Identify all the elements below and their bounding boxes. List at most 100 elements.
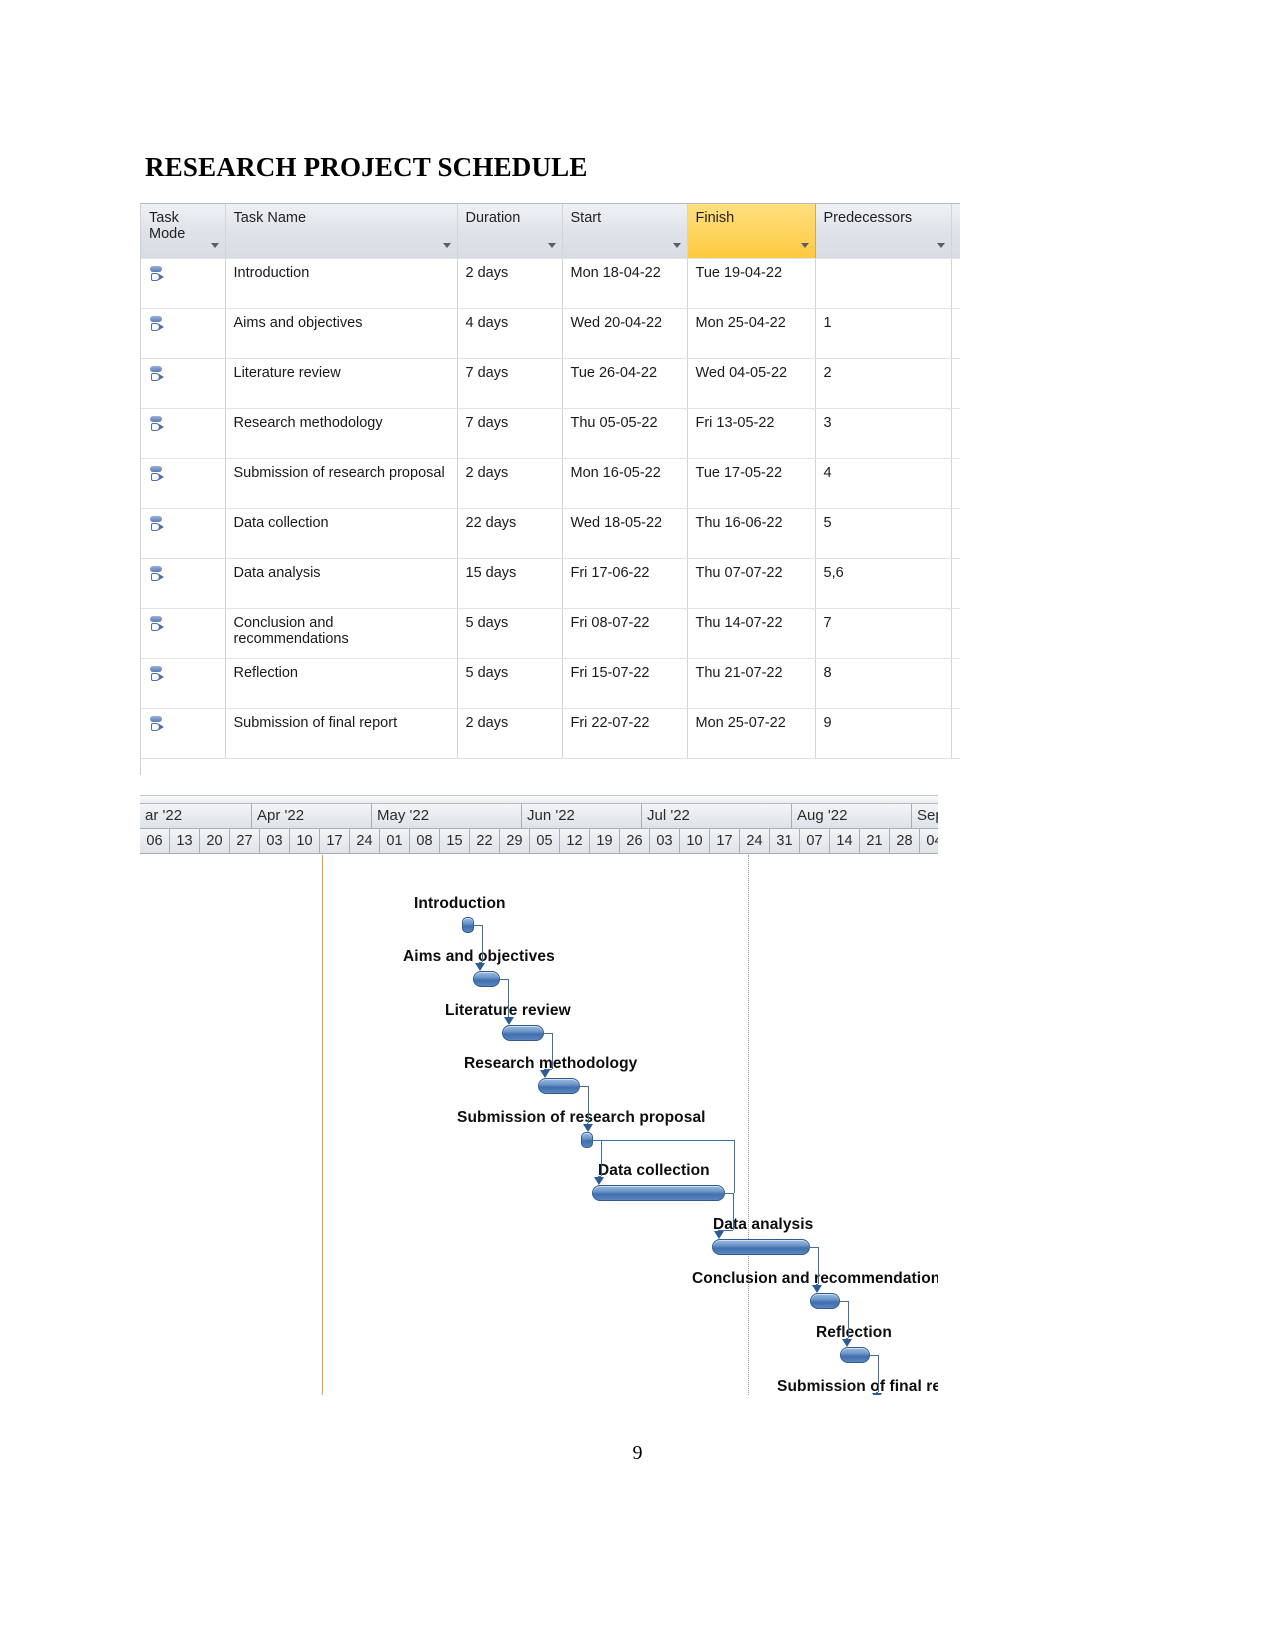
- cell-task-mode[interactable]: [141, 658, 226, 709]
- dependency-link: [818, 1247, 820, 1284]
- table-row[interactable]: Data collection 22 days Wed 18-05-22 Thu 16…: [141, 508, 960, 559]
- table-row[interactable]: Introduction 2 days Mon 18-04-22 Tue 19-04-…: [141, 258, 960, 309]
- table-row[interactable]: Conclusion and recommendations 5 days Fri …: [141, 608, 960, 659]
- column-header-start[interactable]: Start: [562, 204, 688, 259]
- timescale-week: 03: [650, 829, 680, 853]
- duration-text: 5 days: [465, 614, 509, 631]
- cell-task-name: Aims and objectives: [225, 308, 458, 359]
- predecessors-text: 3: [823, 414, 832, 431]
- gantt-bar[interactable]: [840, 1347, 870, 1363]
- finish-date-text: Thu 21-07-22: [695, 664, 783, 681]
- timescale-week: 31: [770, 829, 800, 853]
- predecessors-text: 4: [823, 464, 832, 481]
- gantt-bar[interactable]: [502, 1025, 544, 1041]
- gantt-task-label: Data collection: [598, 1162, 710, 1179]
- status-line: [748, 855, 749, 1395]
- timescale-week: 08: [410, 829, 440, 853]
- finish-date-text: Fri 13-05-22: [695, 414, 775, 431]
- cell-finish: Wed 04-05-22: [687, 358, 816, 409]
- timescale-month: Jul '22: [642, 804, 792, 828]
- gantt-bar[interactable]: [810, 1293, 840, 1309]
- chevron-down-icon[interactable]: [672, 242, 681, 248]
- column-header-duration[interactable]: Duration: [457, 204, 563, 259]
- timescale-week: 10: [680, 829, 710, 853]
- dependency-link: [508, 979, 510, 1016]
- cell-predecessors: 8: [815, 658, 952, 709]
- duration-text: 7 days: [465, 364, 509, 381]
- gantt-chart: ar '22 Apr '22 May '22 Jun '22 Jul '22 Aug '2…: [140, 795, 938, 1395]
- column-header-predecessors[interactable]: Predecessors: [815, 204, 952, 259]
- column-header-task-mode[interactable]: Task Mode: [141, 204, 226, 259]
- cell-task-mode[interactable]: [141, 408, 226, 459]
- cell-predecessors: 9: [815, 708, 952, 759]
- table-row[interactable]: Literature review 7 days Tue 26-04-22 Wed 0…: [141, 358, 960, 409]
- timescale-month: Jun '22: [522, 804, 642, 828]
- finish-date-text: Thu 14-07-22: [695, 614, 783, 631]
- gantt-bar[interactable]: [462, 917, 474, 933]
- task-name-text: Reflection: [233, 664, 298, 681]
- cell-duration: 5 days: [457, 658, 563, 709]
- table-row[interactable]: Reflection 5 days Fri 15-07-22 Thu 21-07-22…: [141, 658, 960, 709]
- cell-task-name: Submission of final report: [225, 708, 458, 759]
- chevron-down-icon[interactable]: [800, 242, 809, 248]
- cell-predecessors: [815, 258, 952, 309]
- start-date-text: Wed 20-04-22: [570, 314, 663, 331]
- duration-text: 2 days: [465, 264, 509, 281]
- timescale-week: 24: [350, 829, 380, 853]
- column-header-overflow: [951, 204, 960, 259]
- column-header-task-name[interactable]: Task Name: [225, 204, 458, 259]
- column-header-finish[interactable]: Finish: [687, 204, 816, 259]
- finish-date-text: Tue 17-05-22: [695, 464, 783, 481]
- chevron-down-icon[interactable]: [547, 242, 556, 248]
- cell-task-mode[interactable]: [141, 508, 226, 559]
- chevron-down-icon[interactable]: [210, 242, 219, 248]
- cell-task-mode[interactable]: [141, 308, 226, 359]
- page-title: RESEARCH PROJECT SCHEDULE: [145, 152, 588, 182]
- table-row[interactable]: Data analysis 15 days Fri 17-06-22 Thu 07-0…: [141, 558, 960, 609]
- table-row[interactable]: Aims and objectives 4 days Wed 20-04-22 Mon…: [141, 308, 960, 359]
- chevron-down-icon[interactable]: [442, 242, 451, 248]
- cell-overflow: [951, 408, 960, 459]
- cell-task-mode[interactable]: [141, 458, 226, 509]
- auto-schedule-icon: [149, 715, 164, 733]
- cell-task-mode[interactable]: [141, 558, 226, 609]
- start-date-text: Fri 15-07-22: [570, 664, 650, 681]
- cell-finish: Thu 16-06-22: [687, 508, 816, 559]
- dependency-arrow-icon: [475, 963, 485, 971]
- duration-text: 15 days: [465, 564, 517, 581]
- gantt-bar[interactable]: [592, 1185, 725, 1201]
- table-row[interactable]: Submission of research proposal 2 days Mon…: [141, 458, 960, 509]
- cell-task-mode[interactable]: [141, 258, 226, 309]
- cell-start: Fri 22-07-22: [562, 708, 688, 759]
- predecessors-text: 9: [823, 714, 832, 731]
- start-date-text: Mon 16-05-22: [570, 464, 661, 481]
- timescale-week: 07: [800, 829, 830, 853]
- cell-duration: 2 days: [457, 258, 563, 309]
- duration-text: 4 days: [465, 314, 509, 331]
- finish-date-text: Thu 07-07-22: [695, 564, 783, 581]
- cell-task-mode[interactable]: [141, 608, 226, 659]
- gantt-bar[interactable]: [473, 971, 500, 987]
- chevron-down-icon[interactable]: [936, 242, 945, 248]
- gantt-bar[interactable]: [538, 1078, 580, 1094]
- cell-start: Wed 20-04-22: [562, 308, 688, 359]
- table-row[interactable]: Submission of final report 2 days Fri 22-0…: [141, 708, 960, 759]
- cell-finish: Tue 17-05-22: [687, 458, 816, 509]
- cell-task-mode[interactable]: [141, 358, 226, 409]
- table-row[interactable]: Research methodology 7 days Thu 05-05-22 Fr…: [141, 408, 960, 459]
- dependency-link: [552, 1033, 554, 1069]
- timescale-week: 10: [290, 829, 320, 853]
- timescale-week: 06: [140, 829, 170, 853]
- finish-date-text: Tue 19-04-22: [695, 264, 783, 281]
- cell-predecessors: 1: [815, 308, 952, 359]
- cell-start: Fri 15-07-22: [562, 658, 688, 709]
- task-table-body: Introduction 2 days Mon 18-04-22 Tue 19-04-…: [141, 258, 960, 759]
- column-header-label: Predecessors: [823, 210, 913, 226]
- timescale-week: 29: [500, 829, 530, 853]
- gantt-bar[interactable]: [712, 1239, 810, 1255]
- today-line: [322, 855, 323, 1395]
- predecessors-text: 1: [823, 314, 832, 331]
- cell-start: Fri 08-07-22: [562, 608, 688, 659]
- column-header-label: Task Name: [233, 210, 307, 226]
- cell-task-mode[interactable]: [141, 708, 226, 759]
